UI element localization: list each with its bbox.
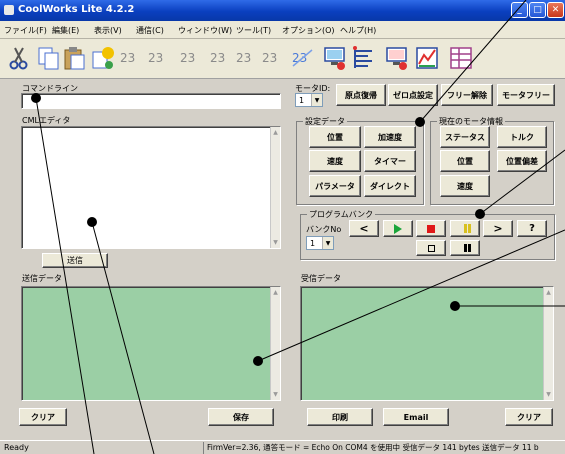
callout-dot-settings — [415, 117, 425, 127]
callout-dot-recv — [450, 301, 460, 311]
callout-line-bank — [479, 149, 565, 215]
callout-line-settings — [419, 0, 527, 123]
callout-dot-bank — [475, 209, 485, 219]
callout-line-command — [35, 97, 95, 454]
callout-dot-command — [31, 93, 41, 103]
callout-dot-cml — [87, 217, 97, 227]
callout-dot-send — [253, 356, 263, 366]
callout-line-cml — [91, 221, 155, 454]
callout-overlay — [31, 0, 565, 454]
callout-line-send — [257, 229, 565, 362]
